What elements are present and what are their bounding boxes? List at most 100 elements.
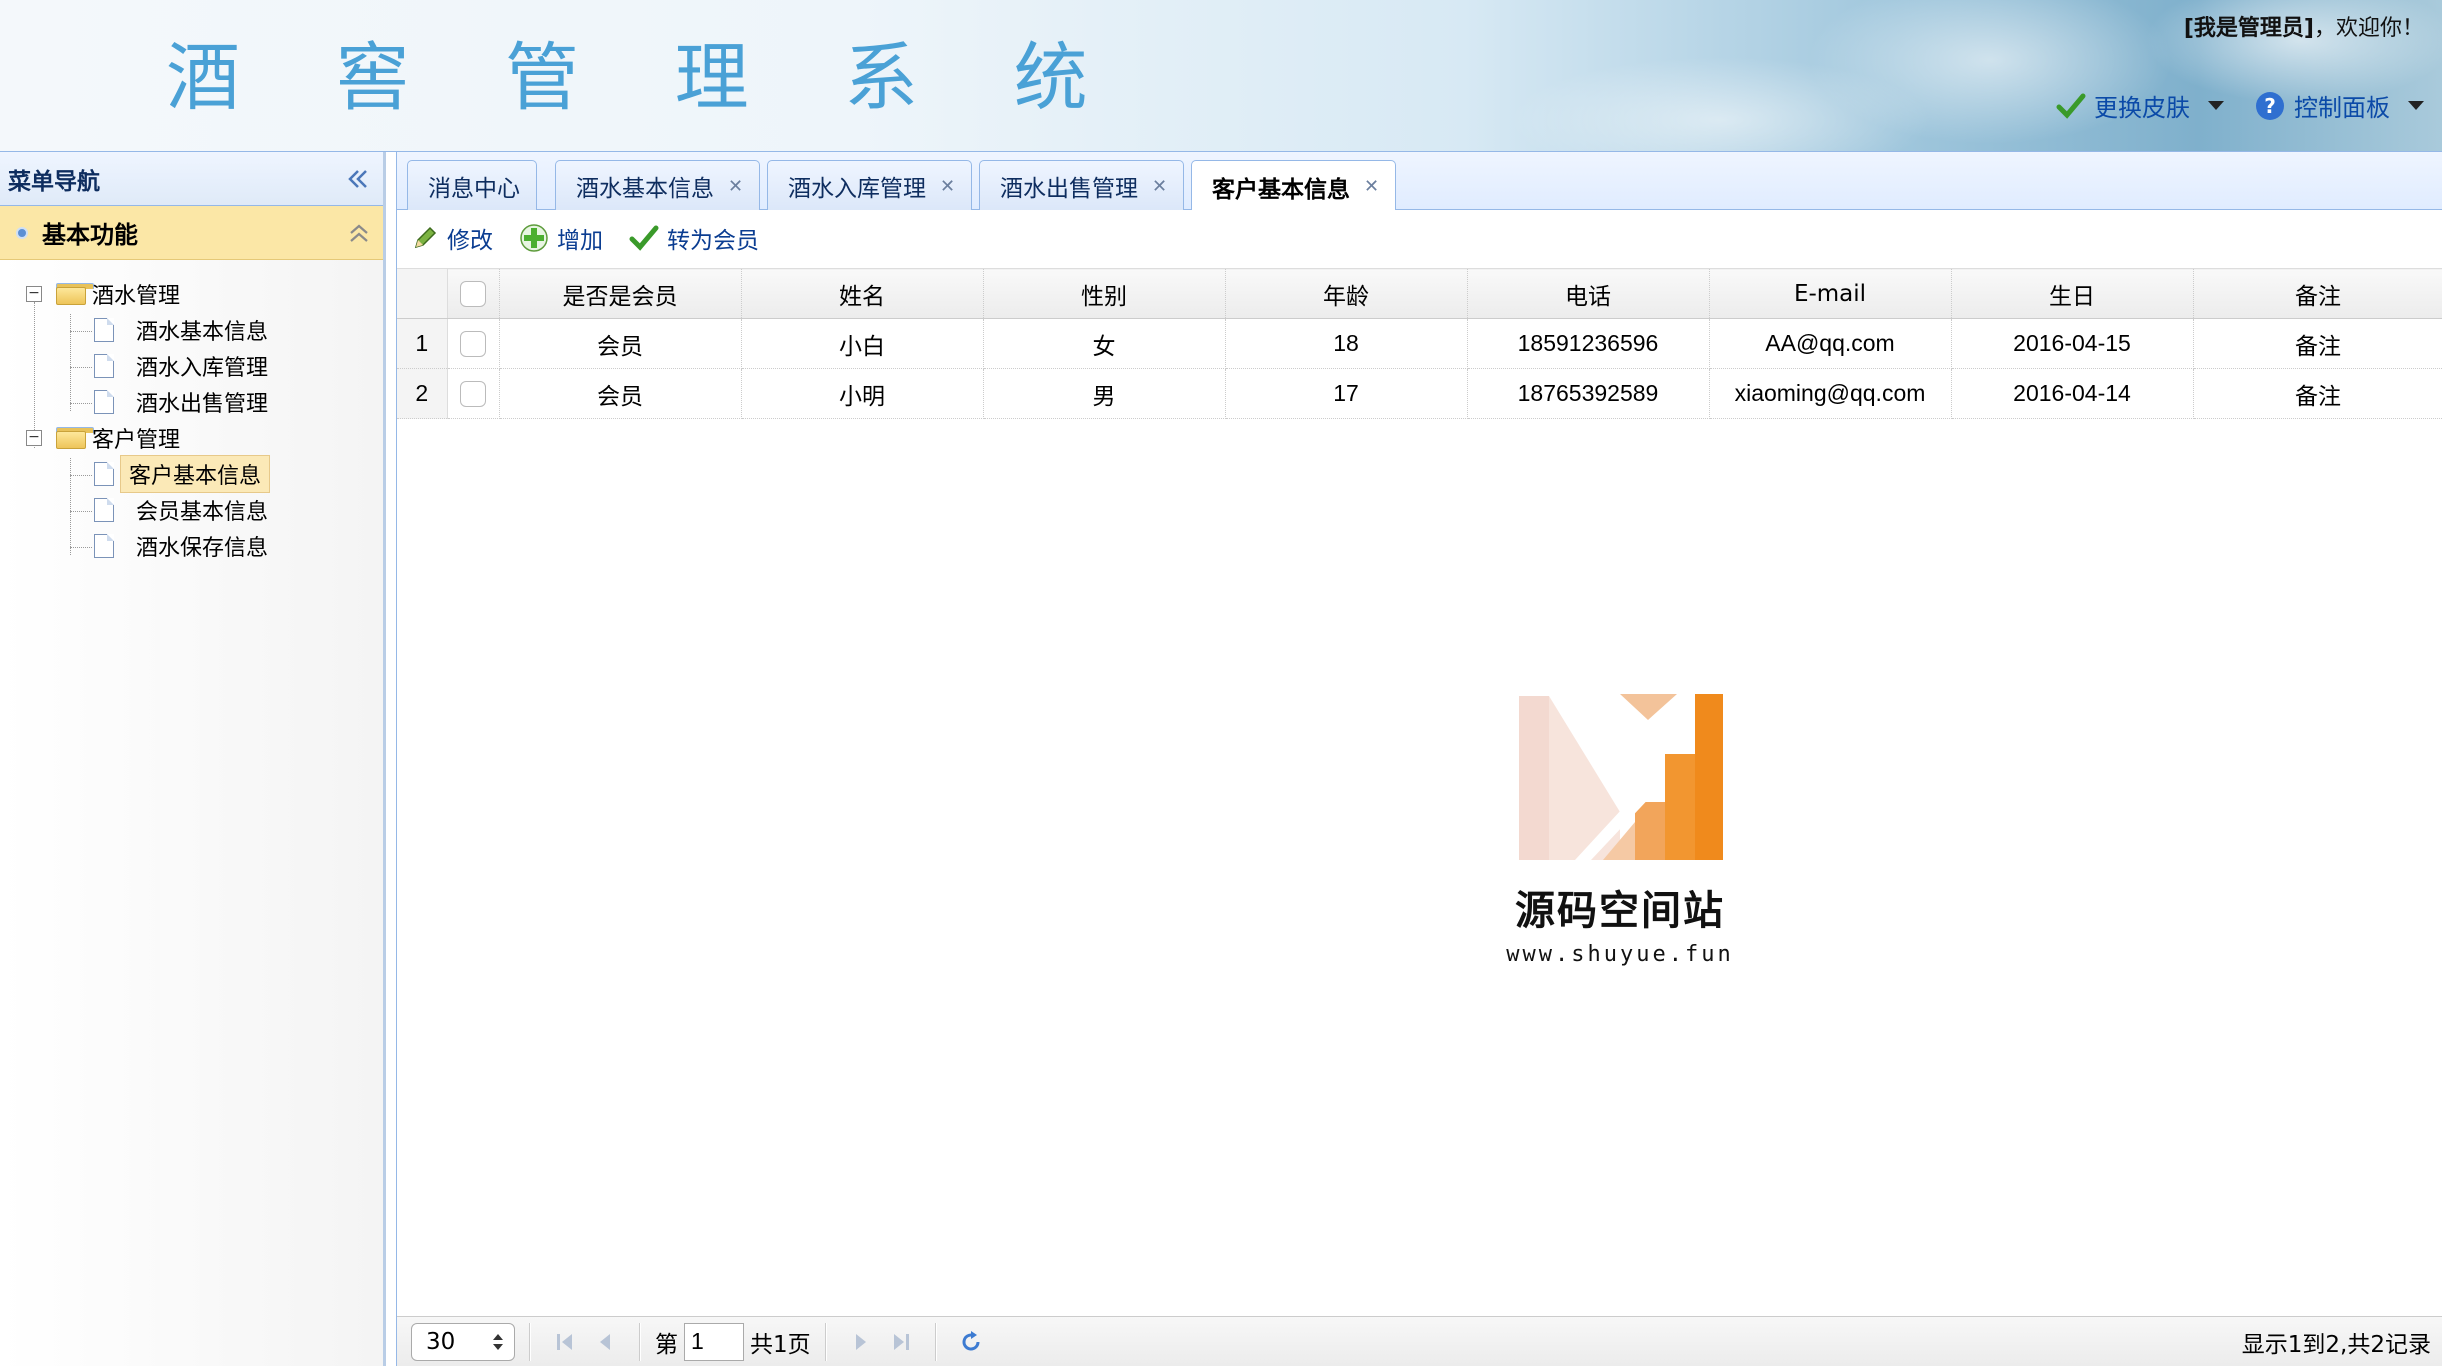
table-row[interactable]: 1 会员 小白 女 18 18591236596 AA@qq.com 2016-… [397, 318, 2442, 369]
tree-group-customer[interactable]: − 客户管理 [0, 420, 383, 456]
pagination-bar: 30 第 共1页 显示1到2,共2记录 [397, 1316, 2442, 1366]
nav-panel-header: 菜单导航 [0, 152, 383, 206]
updown-arrow-icon [493, 1333, 503, 1350]
watermark-logo [1519, 694, 1723, 860]
close-icon[interactable]: ✕ [1364, 176, 1379, 197]
folder-icon [56, 427, 94, 449]
skin-menu-label: 更换皮肤 [2094, 94, 2190, 122]
skin-menu[interactable]: 更换皮肤 [2056, 88, 2224, 123]
collapse-up-icon[interactable] [347, 221, 371, 245]
collapse-left-icon[interactable] [345, 167, 371, 191]
tree-group-label: 酒水管理 [92, 284, 181, 309]
main-content: 消息中心 酒水基本信息 ✕ 酒水入库管理 ✕ 酒水出售管理 ✕ 客户基本信息 ✕… [396, 152, 2442, 1366]
control-panel-menu[interactable]: ? 控制面板 [2254, 88, 2424, 123]
watermark: 源码空间站 www.shuyue.fun [1505, 692, 1735, 972]
tab-message-center[interactable]: 消息中心 [407, 160, 537, 211]
cell-phone: 18765392589 [1467, 368, 1710, 419]
column-header[interactable]: 备注 [2193, 268, 2442, 319]
cell-remark: 备注 [2193, 318, 2442, 369]
file-icon [94, 354, 114, 378]
close-icon[interactable]: ✕ [940, 176, 955, 197]
column-header[interactable]: E-mail [1709, 268, 1952, 319]
tab-label: 酒水基本信息 [576, 176, 714, 202]
convert-to-member-label: 转为会员 [667, 228, 759, 254]
column-header[interactable]: 姓名 [741, 268, 984, 319]
tree-item-label[interactable]: 酒水保存信息 [128, 528, 276, 564]
plus-icon [520, 224, 548, 252]
chevron-down-icon [2408, 101, 2424, 110]
first-page-button[interactable] [545, 1323, 585, 1361]
tree-item-member-info[interactable]: 会员基本信息 [0, 492, 383, 528]
page-size-value: 30 [426, 1328, 456, 1355]
tree-item-wine-info[interactable]: 酒水基本信息 [0, 312, 383, 348]
close-icon[interactable]: ✕ [728, 176, 743, 197]
last-page-icon [893, 1333, 909, 1350]
watermark-url: www.shuyue.fun [1506, 942, 1734, 967]
column-header[interactable]: 性别 [983, 268, 1226, 319]
page-number-input[interactable] [684, 1322, 744, 1361]
select-all-checkbox[interactable] [460, 280, 486, 307]
accordion-basic-functions[interactable]: 基本功能 [0, 206, 383, 260]
tab-label: 客户基本信息 [1212, 176, 1350, 203]
last-page-button[interactable] [881, 1323, 921, 1361]
tree-group-label: 客户管理 [92, 428, 181, 453]
page-total: 共1页 [750, 1331, 811, 1358]
tree-item-wine-sales[interactable]: 酒水出售管理 [0, 384, 383, 420]
add-button[interactable]: 增加 [519, 221, 603, 255]
tab-label: 消息中心 [428, 176, 520, 202]
welcome-message: [我是管理员]，欢迎你！ [2184, 10, 2424, 42]
column-header[interactable]: 生日 [1951, 268, 2194, 319]
tree-item-label[interactable]: 酒水出售管理 [128, 384, 276, 420]
close-icon[interactable]: ✕ [1152, 176, 1167, 197]
welcome-user: [我是管理员] [2183, 16, 2314, 41]
folder-icon [56, 283, 94, 305]
bullet-icon [16, 226, 28, 239]
table-row[interactable]: 2 会员 小明 男 17 18765392589 xiaoming@qq.com… [397, 368, 2442, 419]
cell-gender: 女 [983, 318, 1226, 369]
row-number-header [397, 268, 448, 319]
watermark-name: 源码空间站 [1515, 888, 1725, 934]
refresh-button[interactable] [951, 1323, 991, 1361]
tab-customer-info[interactable]: 客户基本信息 ✕ [1191, 160, 1397, 212]
tab-wine-stock-in[interactable]: 酒水入库管理 ✕ [767, 160, 973, 211]
tree-group-wine[interactable]: − 酒水管理 [0, 276, 383, 312]
file-icon [94, 534, 114, 558]
tree-item-label[interactable]: 客户基本信息 [120, 455, 271, 493]
row-select-cell [447, 318, 500, 369]
tab-label: 酒水出售管理 [1000, 176, 1138, 202]
next-page-icon [855, 1333, 866, 1350]
tab-wine-sales[interactable]: 酒水出售管理 ✕ [979, 160, 1185, 211]
column-header[interactable]: 是否是会员 [499, 268, 742, 319]
tree-item-wine-storage[interactable]: 酒水保存信息 [0, 528, 383, 564]
file-icon [94, 462, 114, 486]
column-header[interactable]: 年龄 [1225, 268, 1468, 319]
tab-wine-info[interactable]: 酒水基本信息 ✕ [555, 160, 761, 211]
tree-item-customer-info[interactable]: 客户基本信息 [0, 455, 383, 493]
file-icon [94, 390, 114, 414]
tree-item-wine-stock-in[interactable]: 酒水入库管理 [0, 348, 383, 384]
tree-item-label[interactable]: 酒水入库管理 [128, 348, 276, 384]
tree-item-label[interactable]: 酒水基本信息 [128, 312, 276, 348]
collapse-toggle-icon[interactable]: − [26, 430, 42, 446]
next-page-button[interactable] [841, 1323, 881, 1361]
prev-page-icon [600, 1333, 610, 1350]
cell-email: AA@qq.com [1709, 318, 1952, 369]
cell-is-member: 会员 [499, 368, 742, 419]
convert-to-member-button[interactable]: 转为会员 [629, 221, 759, 255]
tree-item-label[interactable]: 会员基本信息 [128, 492, 276, 528]
edit-button[interactable]: 修改 [411, 221, 493, 255]
row-checkbox[interactable] [460, 381, 486, 408]
accordion-label: 基本功能 [42, 221, 138, 249]
cell-age: 17 [1225, 368, 1468, 419]
svg-text:?: ? [2264, 94, 2276, 118]
prev-page-button[interactable] [585, 1323, 625, 1361]
add-button-label: 增加 [557, 228, 603, 254]
cell-gender: 男 [983, 368, 1226, 419]
column-header[interactable]: 电话 [1467, 268, 1710, 319]
page-size-select[interactable]: 30 [411, 1322, 515, 1361]
tab-bar: 消息中心 酒水基本信息 ✕ 酒水入库管理 ✕ 酒水出售管理 ✕ 客户基本信息 ✕ [397, 152, 2442, 212]
welcome-text: ，欢迎你！ [2313, 16, 2424, 41]
collapse-toggle-icon[interactable]: − [26, 286, 42, 302]
row-checkbox[interactable] [460, 331, 486, 358]
app-header: 酒 窖 管 理 系 统 [我是管理员]，欢迎你！ 更换皮肤 ? 控制面板 [0, 0, 2442, 152]
